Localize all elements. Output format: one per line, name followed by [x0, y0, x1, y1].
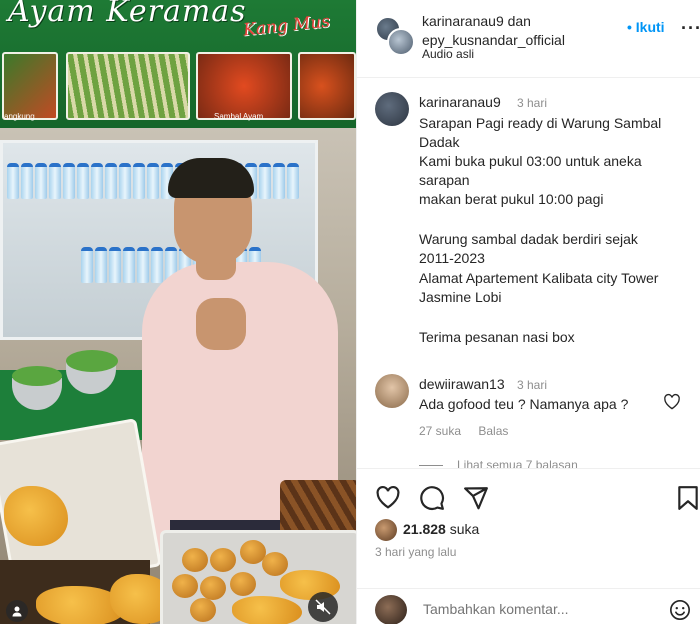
avatar[interactable] [375, 92, 409, 126]
share-button[interactable] [463, 485, 489, 516]
emoji-icon [670, 600, 690, 620]
comment-input[interactable] [423, 601, 653, 617]
bookmark-icon [678, 486, 698, 510]
banner-photo [298, 52, 356, 120]
caption-line: makan berat pukul 10:00 pagi [419, 191, 604, 207]
reply-button[interactable]: Balas [478, 424, 508, 438]
fritter [232, 596, 302, 624]
likes-number[interactable]: 21.828 [403, 521, 446, 537]
fried-snack [262, 552, 288, 576]
caption-line: sarapan [419, 172, 470, 188]
banner-photo [196, 52, 292, 120]
comment-time: 3 hari [517, 378, 548, 392]
caption-time: 3 hari [517, 96, 548, 110]
like-button[interactable] [375, 485, 401, 514]
vegetables [12, 366, 62, 386]
post-actions: 21.828 suka 3 hari yang lalu [357, 468, 700, 588]
fried-snack [230, 572, 256, 596]
divider [419, 464, 443, 466]
caption-line: Alamat Apartement Kalibata city Tower [419, 270, 659, 286]
avatar[interactable] [375, 519, 397, 541]
emoji-button[interactable] [669, 599, 691, 624]
caption-line: Warung sambal dadak berdiri sejak [419, 231, 638, 247]
post-header: karinaranau9 dan epy_kusnandar_official … [357, 0, 700, 78]
fried-snack [172, 574, 198, 598]
more-options-button[interactable]: ··· [681, 18, 700, 39]
banner-title: Ayam Keramas [8, 0, 247, 29]
caption-line: Sarapan Pagi ready di Warung Sambal [419, 115, 662, 131]
caption-line: Terima pesanan nasi box [419, 329, 575, 345]
comment-text: Ada gofood teu ? Namanya apa ? [419, 396, 629, 412]
caption-line: 2011-2023 [419, 250, 485, 266]
mute-button[interactable] [308, 592, 338, 622]
fried-snack [190, 598, 216, 622]
caption-username[interactable]: karinaranau9 [419, 94, 501, 110]
post-panel: karinaranau9 dan epy_kusnandar_official … [356, 0, 700, 624]
send-icon [464, 487, 488, 510]
comment-likes[interactable]: 27 suka [419, 424, 461, 438]
stall-banner: Ayam Keramas Kang Mus angkung Sambal Aya… [0, 0, 356, 128]
comment-icon [420, 486, 445, 510]
collab-avatars[interactable] [375, 16, 415, 56]
tagged-users-button[interactable] [6, 600, 28, 622]
comment-like-button[interactable] [663, 393, 681, 415]
banner-photo [2, 52, 58, 120]
banner-photo-label: angkung [4, 112, 35, 121]
likes-count[interactable]: 21.828 suka [403, 521, 479, 537]
speaker-muted-icon [315, 599, 331, 615]
header-username-line[interactable]: karinaranau9 dan [422, 12, 565, 31]
comment-username[interactable]: dewiirawan13 [419, 376, 505, 392]
fried-snack [182, 548, 208, 572]
audio-link[interactable]: Audio asli [422, 47, 474, 61]
person-icon [12, 606, 22, 617]
post-media[interactable]: Ayam Keramas Kang Mus angkung Sambal Aya… [0, 0, 356, 624]
banner-photo [66, 52, 190, 120]
add-comment-bar [357, 588, 700, 624]
avatar[interactable] [375, 374, 409, 408]
post-timestamp: 3 hari yang lalu [375, 545, 457, 559]
comment-meta: 27 suka Balas [419, 424, 508, 438]
caption-line: Dadak [419, 134, 460, 150]
caption-line: Kami buka pukul 03:00 untuk aneka [419, 153, 642, 169]
person-hair [168, 158, 254, 198]
fried-snack [200, 576, 226, 600]
banner-subtitle: Kang Mus [242, 11, 331, 41]
person-hands [196, 298, 246, 350]
avatar[interactable] [387, 28, 415, 56]
caption-line: Jasmine Lobi [419, 289, 502, 305]
fried-snack [210, 548, 236, 572]
heart-icon [376, 485, 400, 509]
comment-button[interactable] [419, 485, 445, 516]
collab-usernames[interactable]: karinaranau9 dan epy_kusnandar_official [422, 12, 565, 50]
likes-label[interactable]: suka [450, 521, 480, 537]
save-button[interactable] [677, 485, 699, 516]
avatar [375, 595, 407, 624]
follow-button[interactable]: • Ikuti [627, 19, 665, 35]
heart-icon [664, 393, 680, 410]
banner-photo-label: Sambal Ayam [214, 112, 264, 121]
vegetables [66, 350, 118, 372]
